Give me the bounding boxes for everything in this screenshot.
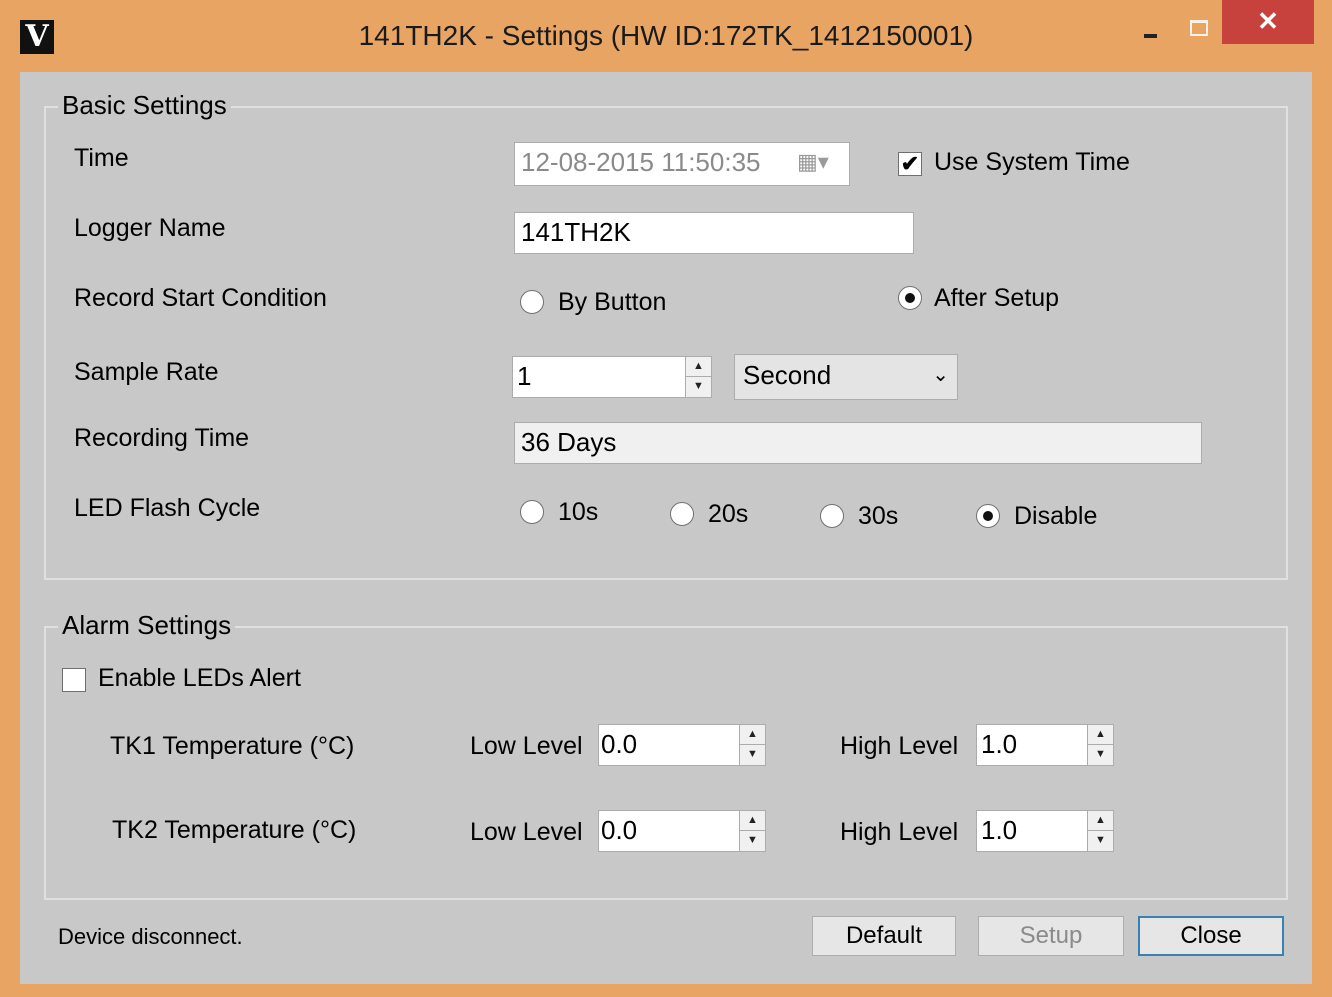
tk1-high-spin-buttons[interactable]: ▲ ▼ bbox=[1087, 725, 1113, 765]
tk1-low-level-spinner[interactable]: 0.0 ▲ ▼ bbox=[598, 724, 766, 766]
tk1-low-level-value: 0.0 bbox=[601, 729, 638, 759]
led-10s-label: 10s bbox=[558, 498, 599, 526]
tk2-high-spin-buttons[interactable]: ▲ ▼ bbox=[1087, 811, 1113, 851]
basic-settings-title: Basic Settings bbox=[58, 90, 231, 121]
tk2-low-level-label: Low Level bbox=[470, 818, 583, 846]
by-button-radio[interactable] bbox=[520, 290, 544, 314]
maximize-button[interactable] bbox=[1176, 6, 1220, 46]
recording-time-field: 36 Days bbox=[514, 422, 1202, 464]
tk2-high-level-label: High Level bbox=[840, 818, 959, 846]
time-value: 12-08-2015 11:50:35 bbox=[521, 147, 761, 177]
tk2-low-level-value: 0.0 bbox=[601, 815, 638, 845]
after-setup-label: After Setup bbox=[934, 284, 1060, 312]
enable-leds-alert-checkbox[interactable] bbox=[62, 668, 86, 692]
logger-name-input[interactable]: 141TH2K bbox=[514, 212, 914, 254]
tk2-high-level-spinner[interactable]: 1.0 ▲ ▼ bbox=[976, 810, 1114, 852]
use-system-time-checkbox[interactable]: ✔ bbox=[898, 152, 922, 176]
tk1-temperature-label: TK1 Temperature (°C) bbox=[110, 732, 355, 760]
time-label: Time bbox=[74, 144, 129, 172]
use-system-time-label: Use System Time bbox=[934, 148, 1130, 176]
recording-time-label: Recording Time bbox=[74, 424, 250, 452]
spin-up-icon[interactable]: ▲ bbox=[686, 357, 711, 377]
by-button-label: By Button bbox=[558, 288, 667, 316]
spin-down-icon[interactable]: ▼ bbox=[740, 745, 765, 765]
status-text: Device disconnect. bbox=[58, 924, 243, 949]
spin-down-icon[interactable]: ▼ bbox=[1088, 831, 1113, 851]
setup-button[interactable]: Setup bbox=[978, 916, 1124, 956]
sample-rate-label: Sample Rate bbox=[74, 358, 219, 386]
led-20s-label: 20s bbox=[708, 500, 749, 528]
spin-up-icon[interactable]: ▲ bbox=[1088, 811, 1113, 831]
led-flash-label: LED Flash Cycle bbox=[74, 494, 261, 522]
tk1-high-level-value: 1.0 bbox=[981, 729, 1018, 759]
spin-up-icon[interactable]: ▲ bbox=[1088, 725, 1113, 745]
led-10s-radio[interactable] bbox=[520, 500, 544, 524]
record-start-label: Record Start Condition bbox=[74, 284, 327, 312]
spin-down-icon[interactable]: ▼ bbox=[686, 377, 711, 397]
calendar-icon[interactable]: ▦▾ bbox=[797, 143, 829, 181]
after-setup-radio[interactable] bbox=[898, 286, 922, 310]
led-20s-radio[interactable] bbox=[670, 502, 694, 526]
title-bar[interactable]: V 141TH2K - Settings (HW ID:172TK_141215… bbox=[0, 0, 1332, 72]
led-disable-radio[interactable] bbox=[976, 504, 1000, 528]
tk1-low-level-label: Low Level bbox=[470, 732, 583, 760]
spin-up-icon[interactable]: ▲ bbox=[740, 725, 765, 745]
settings-window: V 141TH2K - Settings (HW ID:172TK_141215… bbox=[0, 0, 1332, 997]
tk2-high-level-value: 1.0 bbox=[981, 815, 1018, 845]
client-area: Basic Settings Time 12-08-2015 11:50:35 … bbox=[20, 72, 1312, 984]
sample-rate-spinner[interactable]: 1 ▲ ▼ bbox=[512, 356, 712, 398]
alarm-settings-title: Alarm Settings bbox=[58, 610, 236, 641]
sample-rate-unit-select[interactable]: Second ⌄ bbox=[734, 354, 958, 400]
spin-up-icon[interactable]: ▲ bbox=[740, 811, 765, 831]
enable-leds-alert-label: Enable LEDs Alert bbox=[98, 664, 301, 692]
led-disable-label: Disable bbox=[1014, 502, 1098, 530]
chevron-down-icon: ⌄ bbox=[932, 364, 949, 386]
tk2-low-spin-buttons[interactable]: ▲ ▼ bbox=[739, 811, 765, 851]
led-30s-radio[interactable] bbox=[820, 504, 844, 528]
default-button[interactable]: Default bbox=[812, 916, 956, 956]
time-picker[interactable]: 12-08-2015 11:50:35 ▦▾ bbox=[514, 142, 850, 186]
logger-name-label: Logger Name bbox=[74, 214, 226, 242]
tk2-low-level-spinner[interactable]: 0.0 ▲ ▼ bbox=[598, 810, 766, 852]
sample-rate-unit-value: Second bbox=[743, 360, 832, 390]
tk2-temperature-label: TK2 Temperature (°C) bbox=[112, 816, 357, 844]
tk1-low-spin-buttons[interactable]: ▲ ▼ bbox=[739, 725, 765, 765]
close-button[interactable]: Close bbox=[1138, 916, 1284, 956]
tk1-high-level-label: High Level bbox=[840, 732, 959, 760]
spin-down-icon[interactable]: ▼ bbox=[1088, 745, 1113, 765]
tk1-high-level-spinner[interactable]: 1.0 ▲ ▼ bbox=[976, 724, 1114, 766]
led-30s-label: 30s bbox=[858, 502, 899, 530]
sample-rate-value: 1 bbox=[517, 361, 532, 391]
sample-rate-spin-buttons[interactable]: ▲ ▼ bbox=[685, 357, 711, 397]
minimize-button[interactable] bbox=[1128, 6, 1172, 46]
close-window-button[interactable]: ✕ bbox=[1222, 0, 1314, 44]
spin-down-icon[interactable]: ▼ bbox=[740, 831, 765, 851]
